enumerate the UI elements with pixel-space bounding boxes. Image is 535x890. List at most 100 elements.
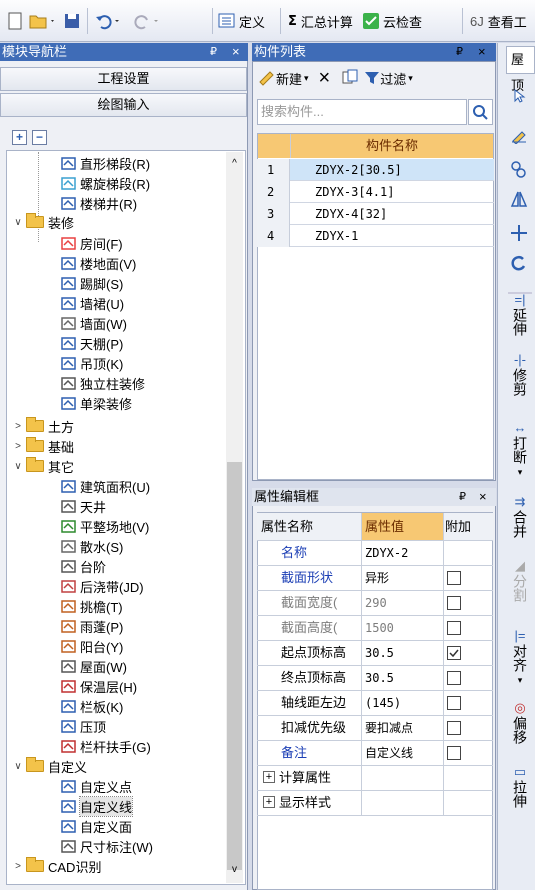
tree-item[interactable]: 墙裙(U)	[60, 293, 124, 313]
property-value[interactable]: (145)	[362, 691, 444, 715]
tree-item[interactable]: 墙面(W)	[60, 313, 127, 333]
tree-item[interactable]: 栏杆扶手(G)	[60, 736, 151, 756]
property-row[interactable]: 轴线距左边 (145)	[257, 691, 493, 716]
property-value[interactable]: 要扣减点	[362, 716, 444, 740]
property-value[interactable]	[362, 791, 444, 815]
tree-item[interactable]: 天棚(P)	[60, 333, 123, 353]
tree-group[interactable]: ∨ 装修	[12, 212, 74, 232]
copy-tool-icon[interactable]	[510, 160, 528, 183]
tree-item[interactable]: 建筑面积(U)	[60, 476, 150, 496]
close-icon[interactable]: ×	[479, 488, 487, 506]
tree-item[interactable]: 屋面(W)	[60, 656, 127, 676]
tree-item[interactable]: 自定义线	[60, 795, 134, 817]
mirror-icon[interactable]	[510, 190, 528, 211]
attach-checkbox[interactable]	[447, 646, 461, 660]
rotate-icon[interactable]	[510, 254, 528, 275]
attach-checkbox[interactable]	[447, 696, 461, 710]
chevron-right-icon[interactable]: >	[12, 421, 24, 432]
close-icon[interactable]: ×	[232, 43, 240, 61]
scrollbar-thumb[interactable]	[227, 462, 242, 870]
property-value[interactable]: 自定义线	[362, 741, 444, 765]
save-icon[interactable]	[62, 8, 82, 34]
tab-roof[interactable]: 屋顶	[506, 46, 535, 93]
tree-item[interactable]: 单梁装修	[60, 393, 132, 413]
collapse-all-icon[interactable]: −	[32, 130, 47, 145]
move-icon[interactable]	[510, 224, 528, 245]
property-row[interactable]: 截面形状 异形	[257, 566, 493, 591]
property-row[interactable]: 终点顶标高 30.5	[257, 666, 493, 691]
offset-button[interactable]: ◎ 偏移	[507, 700, 533, 744]
split-button[interactable]: ◢ 分割	[507, 558, 533, 602]
merge-button[interactable]: ⇉ 合并	[507, 494, 533, 538]
attach-checkbox[interactable]	[447, 571, 461, 585]
new-component-button[interactable]: 新建 ▾	[258, 69, 309, 88]
property-row[interactable]: 截面宽度(290	[257, 591, 493, 616]
tree-item[interactable]: 踢脚(S)	[60, 273, 123, 293]
property-row[interactable]: 截面高度(1500	[257, 616, 493, 641]
tree-item[interactable]: 挑檐(T)	[60, 596, 123, 616]
break-button[interactable]: ↔ 打断 ▾	[507, 420, 533, 480]
property-value[interactable]	[362, 766, 444, 790]
tree-item[interactable]: 楼地面(V)	[60, 253, 136, 273]
extend-button[interactable]: =| 延伸	[507, 292, 533, 336]
attach-checkbox[interactable]	[447, 621, 461, 635]
component-row[interactable]: 3 ZDYX-4[32]	[257, 203, 494, 225]
define-button[interactable]: 定义	[218, 8, 265, 34]
tree-item[interactable]: 栏板(K)	[60, 696, 123, 716]
tree-item[interactable]: 楼梯井(R)	[60, 193, 137, 213]
tree-item[interactable]: 自定义面	[60, 816, 132, 836]
align-button[interactable]: |= 对齐 ▾	[507, 628, 533, 688]
open-file-icon[interactable]	[28, 8, 56, 34]
tree-item[interactable]: 吊顶(K)	[60, 353, 123, 373]
tree-item[interactable]: 保温层(H)	[60, 676, 137, 696]
cloud-check-button[interactable]: 云检查	[362, 8, 422, 34]
property-value[interactable]: ZDYX-2	[362, 541, 444, 565]
delete-component-button[interactable]: ×	[319, 68, 331, 88]
property-row[interactable]: 扣减优先级 要扣减点	[257, 716, 493, 741]
property-value[interactable]: 290	[362, 591, 444, 615]
tree-item[interactable]: 天井	[60, 496, 106, 516]
close-icon[interactable]: ×	[478, 43, 486, 61]
tree-item[interactable]: 台阶	[60, 556, 106, 576]
filter-button[interactable]: 过滤 ▾	[364, 69, 413, 88]
tree-scrollbar[interactable]: ^ v	[226, 152, 243, 883]
property-row[interactable]: 名称 ZDYX-2	[257, 541, 493, 566]
pin-icon[interactable]: ₽	[210, 43, 217, 61]
expand-all-icon[interactable]: +	[12, 130, 27, 145]
tree-item[interactable]: 阳台(Y)	[60, 636, 123, 656]
pencil-icon[interactable]	[510, 128, 528, 147]
tree-item[interactable]: 尺寸标注(W)	[60, 836, 153, 856]
tree-item[interactable]: 直形梯段(R)	[60, 153, 150, 173]
attach-checkbox[interactable]	[447, 721, 461, 735]
attach-checkbox[interactable]	[447, 671, 461, 685]
sum-calc-button[interactable]: Σ 汇总计算	[288, 8, 353, 34]
trim-button[interactable]: -|- 修剪	[507, 352, 533, 396]
search-icon[interactable]	[468, 99, 493, 125]
tree-item[interactable]: 自定义点	[60, 776, 132, 796]
component-row[interactable]: 1 ZDYX-2[30.5]	[257, 159, 494, 181]
tree-group[interactable]: > 土方	[12, 416, 74, 436]
pin-icon[interactable]: ₽	[456, 43, 463, 61]
component-row[interactable]: 4 ZDYX-1	[257, 225, 494, 247]
property-value[interactable]: 30.5	[362, 666, 444, 690]
tree-item[interactable]: 雨蓬(P)	[60, 616, 123, 636]
tree-group[interactable]: ∨ 其它	[12, 456, 74, 476]
pin-icon[interactable]: ₽	[459, 488, 466, 506]
property-value[interactable]: 1500	[362, 616, 444, 640]
property-value[interactable]: 异形	[362, 566, 444, 590]
undo-icon[interactable]	[94, 8, 122, 34]
search-input[interactable]: 搜索构件...	[257, 99, 467, 125]
tree-group[interactable]: ∨ 自定义	[12, 756, 87, 776]
chevron-right-icon[interactable]: >	[12, 861, 24, 872]
tree-item[interactable]: 平整场地(V)	[60, 516, 149, 536]
tree-item[interactable]: 螺旋梯段(R)	[60, 173, 150, 193]
property-row[interactable]: + 计算属性	[257, 766, 493, 791]
draw-input-button[interactable]: 绘图输入	[0, 93, 247, 117]
property-row[interactable]: 备注 自定义线	[257, 741, 493, 766]
component-row[interactable]: 2 ZDYX-3[4.1]	[257, 181, 494, 203]
attach-checkbox[interactable]	[447, 596, 461, 610]
chevron-down-icon[interactable]: ∨	[12, 461, 24, 472]
tree-item[interactable]: 房间(F)	[60, 233, 123, 253]
attach-checkbox[interactable]	[447, 746, 461, 760]
property-row[interactable]: + 显示样式	[257, 791, 493, 816]
